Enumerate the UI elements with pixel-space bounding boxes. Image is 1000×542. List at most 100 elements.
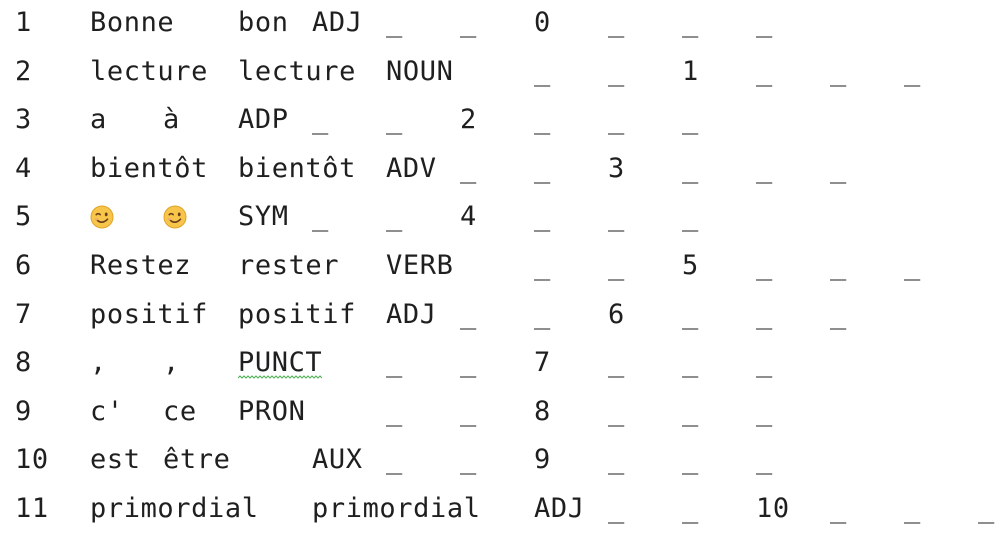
token-xpos: _ <box>386 395 403 427</box>
token-deprel: _ <box>682 152 699 184</box>
conllu-line: 3 a à ADP _ _ 2 _ _ _ <box>0 100 1000 140</box>
token-id: 9 <box>15 395 32 427</box>
token-upos: PRON <box>238 395 306 427</box>
token-form <box>90 197 114 237</box>
token-deprel: _ <box>682 298 699 330</box>
token-xpos: _ <box>534 250 551 281</box>
token-xpos: _ <box>312 201 329 233</box>
token-id: 4 <box>15 152 32 184</box>
token-form: Restez <box>90 250 192 281</box>
token-head: 7 <box>534 347 551 379</box>
token-upos: ADV <box>386 152 437 184</box>
token-deps: _ <box>682 347 699 379</box>
token-misc: _ <box>756 347 773 379</box>
token-id: 3 <box>15 104 32 136</box>
token-lemma: primordial <box>312 493 481 524</box>
conllu-line: 11 primordial primordial ADJ _ _ 10 _ _ _ <box>0 489 1000 529</box>
token-lemma: à <box>163 104 180 136</box>
token-xpos: _ <box>312 104 329 136</box>
token-upos: AUX <box>312 444 363 476</box>
token-lemma: être <box>163 444 231 476</box>
token-lemma: , <box>163 347 180 379</box>
token-xpos: _ <box>534 55 551 87</box>
token-upos: VERB <box>386 250 454 281</box>
token-lemma: bon <box>238 7 289 38</box>
token-head: 1 <box>682 55 699 87</box>
token-deps: _ <box>904 493 921 524</box>
token-deprel: _ <box>534 104 551 136</box>
token-form: bientôt <box>90 152 208 184</box>
token-lemma: bientôt <box>238 152 356 184</box>
token-feats: _ <box>682 493 699 524</box>
token-feats: _ <box>386 201 403 233</box>
spellcheck-underline <box>238 375 322 379</box>
token-head: 3 <box>608 152 625 184</box>
token-xpos: _ <box>460 152 477 184</box>
conllu-line: 4 bientôt bientôt ADV _ _ 3 _ _ _ <box>0 149 1000 189</box>
token-feats: _ <box>386 104 403 136</box>
token-feats: _ <box>608 250 625 281</box>
token-feats: _ <box>534 152 551 184</box>
token-misc: _ <box>830 152 847 184</box>
token-form: est <box>90 444 141 476</box>
conllu-line: 2 lecture lecture NOUN _ _ 1 _ _ _ <box>0 52 1000 92</box>
token-id: 7 <box>15 298 32 330</box>
token-upos: NOUN <box>386 55 454 87</box>
token-misc: _ <box>904 55 921 87</box>
token-deps: _ <box>682 395 699 427</box>
token-feats: _ <box>534 298 551 330</box>
token-misc: _ <box>756 395 773 427</box>
conllu-line: 7 positif positif ADJ _ _ 6 _ _ _ <box>0 295 1000 335</box>
token-deprel: _ <box>534 201 551 233</box>
token-deprel: _ <box>756 55 773 87</box>
token-lemma: lecture <box>238 55 356 87</box>
token-form: Bonne <box>90 7 175 38</box>
token-deprel: _ <box>608 7 625 38</box>
token-misc: _ <box>756 7 773 38</box>
token-lemma: rester <box>238 250 340 281</box>
conllu-line: 9 c' ce PRON _ _ 8 _ _ _ <box>0 392 1000 432</box>
token-misc: _ <box>978 493 995 524</box>
token-deps: _ <box>830 55 847 87</box>
token-feats: _ <box>460 347 477 379</box>
token-deps: _ <box>830 250 847 281</box>
token-form: primordial <box>90 493 259 524</box>
token-id: 10 <box>15 444 49 476</box>
token-deps: _ <box>608 201 625 233</box>
token-form: lecture <box>90 55 208 87</box>
token-xpos: _ <box>386 347 403 379</box>
token-deprel: _ <box>608 444 625 476</box>
token-misc: _ <box>682 201 699 233</box>
token-id: 6 <box>15 250 32 281</box>
token-upos: PUNCT <box>238 347 323 379</box>
token-id: 11 <box>15 493 49 524</box>
token-upos: ADJ <box>312 7 363 38</box>
token-xpos: _ <box>608 493 625 524</box>
token-misc: _ <box>756 444 773 476</box>
token-feats: _ <box>460 444 477 476</box>
token-form: a <box>90 104 107 136</box>
token-feats: _ <box>460 7 477 38</box>
text-editor[interactable]: 1 Bonne bon ADJ _ _ 0 _ _ _ 2 lecture lecture NOUN _ _ 1… <box>0 0 1000 542</box>
token-deprel: _ <box>830 493 847 524</box>
token-head: 4 <box>460 201 477 233</box>
token-upos: ADJ <box>534 493 585 524</box>
token-deps: _ <box>608 104 625 136</box>
token-head: 10 <box>756 493 790 524</box>
conllu-line: 5 SYM _ _ 4 _ _ _ <box>0 197 1000 237</box>
winking-face-icon <box>90 205 114 229</box>
token-head: 6 <box>608 298 625 330</box>
token-id: 8 <box>15 347 32 379</box>
token-lemma: positif <box>238 298 356 330</box>
token-deprel: _ <box>608 347 625 379</box>
token-misc: _ <box>682 104 699 136</box>
token-deprel: _ <box>756 250 773 281</box>
token-xpos: _ <box>460 298 477 330</box>
token-form: c' <box>90 395 124 427</box>
token-deps: _ <box>682 7 699 38</box>
conllu-line: 10 est être AUX _ _ 9 _ _ _ <box>0 440 1000 480</box>
token-feats: _ <box>460 395 477 427</box>
token-deprel: _ <box>608 395 625 427</box>
token-feats: _ <box>608 55 625 87</box>
conllu-line: 6 Restez rester VERB _ _ 5 _ _ _ <box>0 246 1000 286</box>
